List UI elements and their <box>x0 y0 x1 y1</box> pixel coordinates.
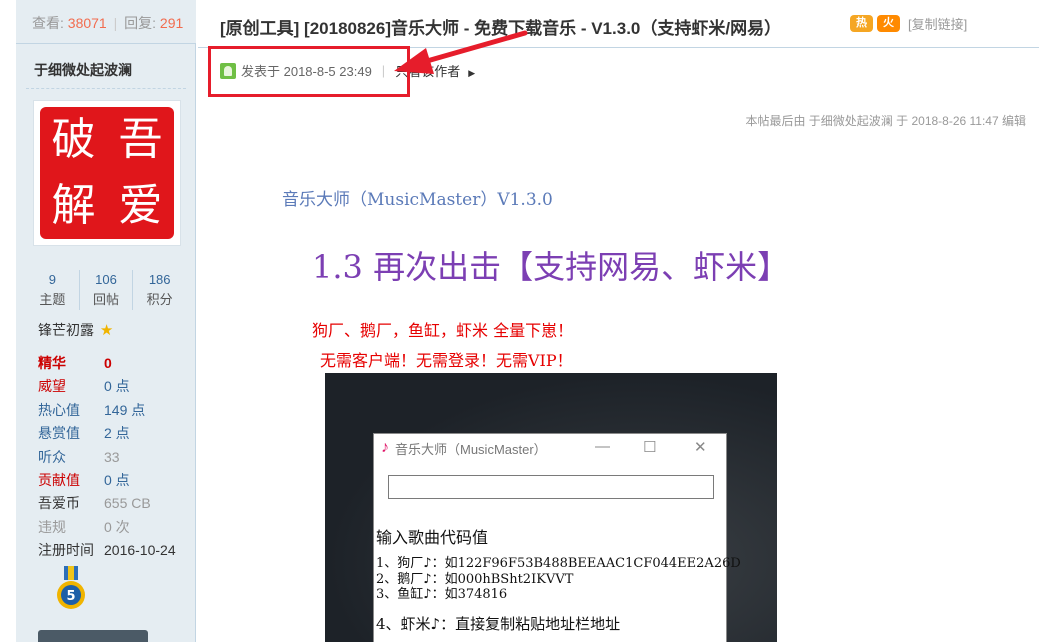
fire-badge-icon: 火 <box>877 15 900 32</box>
count-topics-value: 9 <box>48 272 56 287</box>
song-code-label: 输入歌曲代码值 <box>376 530 489 547</box>
info-key[interactable]: 听众 <box>38 446 104 469</box>
post-subtitle: 音乐大师（MusicMaster）V1.3.0 <box>282 190 553 210</box>
music-note-icon: ♪ <box>381 439 389 456</box>
views-count: 38071 <box>67 15 107 31</box>
avatar-seal-logo: 破 吾 解 爱 <box>40 107 174 239</box>
sidebar-divider <box>26 88 186 89</box>
info-row: 听众 33 <box>38 446 198 469</box>
seal-char-1: 破 <box>51 114 96 165</box>
info-value: 0 <box>104 355 112 371</box>
author-sidebar: 查看: 38071 | 回复: 291 于细微处起波澜 破 吾 解 爱 9 主题… <box>16 0 196 642</box>
count-points-value: 186 <box>148 272 171 287</box>
info-row: 贡献值 0 点 <box>38 469 198 492</box>
count-replies-label: 回帖 <box>93 292 120 307</box>
maximize-button[interactable]: ☐ <box>643 438 656 456</box>
app-window: ♪ 音乐大师（MusicMaster） — ☐ ✕ 输入歌曲代码值 1、狗厂♪：… <box>373 433 741 642</box>
app-window-title: 音乐大师（MusicMaster） <box>395 441 547 457</box>
edit-note: 本帖最后由 于细微处起波澜 于 2018-8-26 11:47 编辑 <box>745 114 1026 128</box>
views-label: 查看: <box>32 15 64 31</box>
count-points-label: 积分 <box>146 292 173 307</box>
thread-stats: 查看: 38071 | 回复: 291 <box>16 0 196 44</box>
rank-title-text: 锋芒初露 <box>38 322 94 338</box>
hot-badge-icon: 热 <box>850 15 873 32</box>
seal-char-2: 吾 <box>118 114 163 165</box>
info-row: 热心值 149 点 <box>38 399 198 422</box>
info-row: 注册时间 2016-10-24 <box>38 539 198 562</box>
replies-label: 回复: <box>124 15 157 31</box>
minimize-button[interactable]: — <box>595 438 610 455</box>
count-topics-label: 主题 <box>39 292 66 307</box>
info-key: 热心值 <box>38 401 80 418</box>
info-key: 违规 <box>38 518 66 535</box>
info-key: 威望 <box>38 378 66 395</box>
author-info: 精华 0 威望 0 点 热心值 149 点 悬赏值 2 点 听众 33 贡献值 0 点 吾爱… <box>38 352 198 563</box>
list-item: 4、虾米♪：直接复制粘贴地址栏地址 <box>376 614 621 633</box>
stats-separator: | <box>113 15 118 31</box>
info-value: 2016-10-24 <box>104 542 176 559</box>
close-button[interactable]: ✕ <box>694 438 707 456</box>
app-window-titlebar: ♪ 音乐大师（MusicMaster） — ☐ ✕ <box>374 434 726 462</box>
app-screenshot: ♪ 音乐大师（MusicMaster） — ☐ ✕ 输入歌曲代码值 1、狗厂♪：… <box>325 373 777 642</box>
info-row: 悬赏值 2 点 <box>38 422 198 445</box>
source-list: 1、狗厂♪：如122F96F53B488BEEAAC1CF044EE2A26D … <box>376 556 741 632</box>
count-points[interactable]: 186 积分 <box>133 270 186 310</box>
thread-badges: 热 火 [复制链接] <box>850 14 967 33</box>
medal-icon[interactable]: 5 <box>55 566 87 612</box>
song-code-input[interactable] <box>388 475 714 499</box>
count-replies-value: 106 <box>95 272 117 287</box>
avatar[interactable]: 破 吾 解 爱 <box>33 100 181 246</box>
info-value: 0 点 <box>104 378 130 395</box>
author-counts: 9 主题 106 回帖 186 积分 <box>26 270 186 310</box>
info-key: 注册时间 <box>38 542 94 559</box>
post-text-line: 狗厂、鹅厂，鱼缸，虾米 全量下崽！ <box>312 321 574 340</box>
author-name[interactable]: 于细微处起波澜 <box>34 60 132 80</box>
medal-number: 5 <box>66 589 75 604</box>
info-key: 悬赏值 <box>38 425 80 442</box>
info-value: 0 点 <box>104 472 130 489</box>
post-heading: 1.3 再次出击【支持网易、虾米】 <box>312 248 790 286</box>
seal-char-3: 解 <box>51 180 96 231</box>
post-text-line: 无需客户端！无需登录！无需VIP！ <box>320 351 573 370</box>
list-item: 3、鱼缸♪：如374816 <box>376 587 508 602</box>
info-key: 吾爱币 <box>38 495 80 512</box>
copy-link[interactable]: [复制链接] <box>908 14 967 33</box>
info-row: 威望 0 点 <box>38 375 198 398</box>
count-replies[interactable]: 106 回帖 <box>80 270 134 310</box>
rank-title: 锋芒初露 ★ <box>38 320 113 340</box>
list-item: 2、鹅厂♪：如000hBSht2IKVVT <box>376 571 574 587</box>
seal-char-4: 爱 <box>118 180 163 231</box>
info-value: 655 CB <box>104 495 151 512</box>
annotation-arrow-icon <box>394 30 528 74</box>
count-topics[interactable]: 9 主题 <box>26 270 80 310</box>
info-key: 贡献值 <box>38 472 80 489</box>
info-key: 精华 <box>38 355 66 371</box>
star-icon: ★ <box>99 322 114 339</box>
replies-count: 291 <box>159 15 184 31</box>
annotation-highlight-box <box>208 46 410 97</box>
info-value: 2 点 <box>104 425 130 442</box>
info-row: 违规 0 次 <box>38 516 198 539</box>
info-row: 精华 0 <box>38 352 198 375</box>
info-row: 吾爱币 655 CB <box>38 492 198 515</box>
info-value[interactable]: 33 <box>104 446 120 469</box>
info-value: 0 次 <box>104 518 130 535</box>
list-item: 1、狗厂♪：如122F96F53B488BEEAAC1CF044EE2A26D <box>376 556 741 571</box>
sidebar-action-button[interactable] <box>38 630 148 642</box>
info-value: 149 点 <box>104 401 146 418</box>
